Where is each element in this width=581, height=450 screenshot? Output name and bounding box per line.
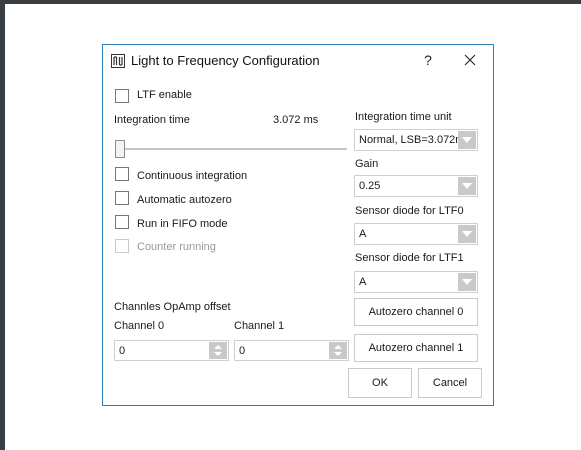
channel-1-offset-value: 0	[239, 345, 246, 357]
diode-ltf1-select[interactable]: A	[354, 271, 478, 293]
integration-unit-value: Normal, LSB=3.072ms	[359, 134, 463, 146]
channel-0-offset-spinbox[interactable]: 0	[114, 340, 229, 361]
integration-unit-label: Integration time unit	[355, 111, 452, 123]
chevron-down-icon	[458, 273, 476, 291]
ltf-enable-label: LTF enable	[137, 89, 192, 101]
gain-value: 0.25	[359, 180, 381, 192]
diode-ltf1-label: Sensor diode for LTF1	[355, 252, 464, 264]
chevron-down-icon	[458, 177, 476, 195]
window-frame-top	[0, 0, 581, 4]
help-button[interactable]: ?	[421, 49, 435, 71]
diode-ltf1-value: A	[359, 276, 367, 288]
ltf-enable-checkbox[interactable]	[115, 89, 129, 103]
dialog-title: Light to Frequency Configuration	[131, 53, 320, 68]
opamp-offset-section-label: Channles OpAmp offset	[114, 301, 231, 313]
diode-ltf0-label: Sensor diode for LTF0	[355, 205, 464, 217]
ok-button[interactable]: OK	[348, 368, 412, 398]
integration-unit-select[interactable]: Normal, LSB=3.072ms	[354, 129, 478, 151]
integration-time-slider-handle[interactable]	[115, 140, 125, 158]
integration-time-value: 3.072 ms	[273, 114, 319, 126]
autozero-channel-1-button[interactable]: Autozero channel 1	[354, 334, 478, 362]
fifo-mode-checkbox[interactable]	[115, 215, 129, 229]
close-button[interactable]	[459, 49, 481, 71]
ltf-config-dialog: Light to Frequency Configuration ? LTF e…	[102, 44, 494, 406]
spinner-arrows-icon[interactable]	[209, 342, 227, 359]
continuous-integration-label: Continuous integration	[137, 170, 248, 182]
fifo-mode-label: Run in FIFO mode	[137, 218, 228, 230]
counter-running-label: Counter running	[137, 241, 216, 253]
window-frame-left	[0, 0, 5, 450]
channel-1-label: Channel 1	[234, 320, 285, 332]
counter-running-checkbox	[115, 239, 129, 253]
cancel-button[interactable]: Cancel	[418, 368, 482, 398]
chevron-down-icon	[458, 225, 476, 243]
spinner-arrows-icon[interactable]	[329, 342, 347, 359]
app-icon	[111, 54, 125, 68]
automatic-autozero-checkbox[interactable]	[115, 191, 129, 205]
close-icon	[464, 54, 476, 66]
gain-label: Gain	[355, 158, 379, 170]
diode-ltf0-value: A	[359, 228, 367, 240]
autozero-channel-0-button[interactable]: Autozero channel 0	[354, 298, 478, 326]
automatic-autozero-label: Automatic autozero	[137, 194, 232, 206]
integration-time-slider-track[interactable]	[117, 148, 347, 150]
channel-0-offset-value: 0	[119, 345, 126, 357]
gain-select[interactable]: 0.25	[354, 175, 478, 197]
continuous-integration-checkbox[interactable]	[115, 167, 129, 181]
diode-ltf0-select[interactable]: A	[354, 223, 478, 245]
integration-time-label: Integration time	[114, 114, 190, 126]
channel-0-label: Channel 0	[114, 320, 165, 332]
channel-1-offset-spinbox[interactable]: 0	[234, 340, 349, 361]
chevron-down-icon	[458, 131, 476, 149]
